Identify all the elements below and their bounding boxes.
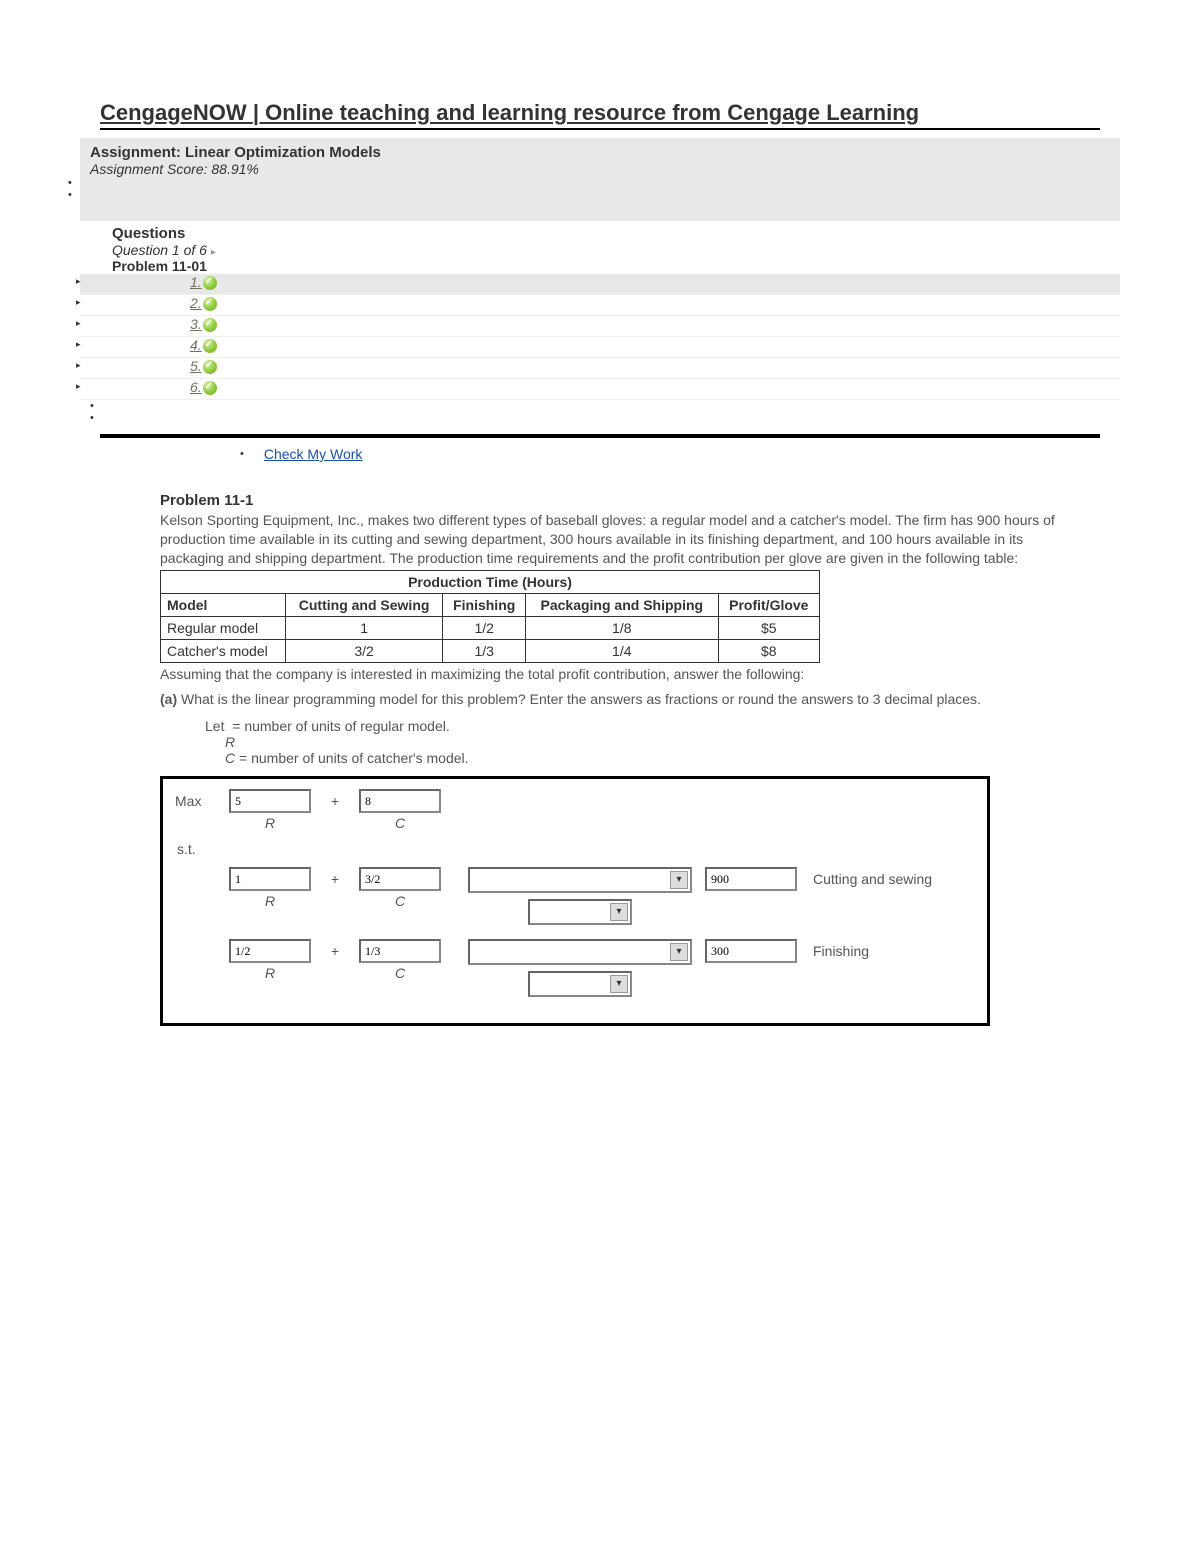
plus-icon: + [325,789,345,809]
score-value: 88.91% [211,161,258,177]
question-link-5[interactable]: 5. [190,358,202,374]
brand-name: CengageNOW [100,100,247,125]
question-nav-item-4[interactable]: 4. [80,337,1120,358]
col-packaging: Packaging and Shipping [525,593,718,616]
subject-to-label: s.t. [177,841,975,857]
check-icon [203,318,217,332]
c2-relation-select[interactable] [468,939,692,965]
plus-icon: + [325,867,345,887]
question-link-2[interactable]: 2. [190,295,202,311]
c2-coef-r-input[interactable] [229,939,311,963]
check-icon [203,297,217,311]
problem-short-label: Problem 11-01 [112,258,1100,274]
question-position: Question 1 of 6 [112,242,207,258]
col-cutting: Cutting and Sewing [285,593,443,616]
production-table: Production Time (Hours) Model Cutting an… [160,570,820,663]
check-icon [203,339,217,353]
question-link-1[interactable]: 1. [190,274,202,290]
plus-icon: + [325,939,345,959]
question-nav-item-6[interactable]: 6. [80,379,1120,400]
part-a-label: (a) [160,691,177,707]
c1-coef-c-input[interactable] [359,867,441,891]
check-my-work-link[interactable]: Check My Work [264,446,363,462]
question-nav-list: 1. 2. 3. 4. 5. 6. [80,274,1120,400]
followup-text: Assuming that the company is interested … [160,665,1100,684]
part-a: (a) What is the linear programming model… [160,690,1100,709]
table-super-header: Production Time (Hours) [161,570,820,593]
var-r: R [225,734,1100,750]
divider [100,434,1100,438]
c1-coef-r-input[interactable] [229,867,311,891]
c1-relation-select[interactable] [468,867,692,893]
assignment-header: Assignment: Linear Optimization Models A… [80,138,1120,221]
bullet-icon: • [240,448,244,460]
max-label: Max [175,789,215,809]
problem-title: Problem 11-1 [160,492,1100,509]
score-label: Assignment Score: [90,161,208,177]
check-icon [203,381,217,395]
chevron-right-icon: ▸ [211,247,216,258]
tagline: Online teaching and learning resource fr… [265,100,919,125]
c1-name: Cutting and sewing [813,867,932,887]
assignment-name: Linear Optimization Models [185,144,381,161]
check-icon [203,276,217,290]
obj-coef-c-input[interactable] [359,789,441,813]
question-link-4[interactable]: 4. [190,337,202,353]
c2-coef-c-input[interactable] [359,939,441,963]
col-profit: Profit/Glove [718,593,819,616]
answer-panel: Max R + C s.t. R + C [160,776,990,1026]
questions-heading: Questions [112,225,1100,242]
question-link-6[interactable]: 6. [190,379,202,395]
c2-relation2-select[interactable] [528,971,632,997]
col-finishing: Finishing [443,593,526,616]
variable-definitions: Let = number of units of regular model. … [205,718,1100,766]
c2-rhs-input[interactable] [705,939,797,963]
c2-name: Finishing [813,939,869,959]
obj-coef-r-input[interactable] [229,789,311,813]
table-row: Regular model 1 1/2 1/8 $5 [161,616,820,639]
table-row: Catcher's model 3/2 1/3 1/4 $8 [161,639,820,662]
col-model: Model [161,593,286,616]
question-link-3[interactable]: 3. [190,316,202,332]
var-c: C [225,750,235,766]
question-nav-item-2[interactable]: 2. [80,295,1120,316]
problem-description: Kelson Sporting Equipment, Inc., makes t… [160,511,1090,568]
assignment-label: Assignment: [90,144,181,161]
question-nav-item-5[interactable]: 5. [80,358,1120,379]
c1-rhs-input[interactable] [705,867,797,891]
question-nav-item-3[interactable]: 3. [80,316,1120,337]
c1-relation2-select[interactable] [528,899,632,925]
check-icon [203,360,217,374]
page-title: CengageNOW | Online teaching and learnin… [100,100,1100,130]
part-a-text: What is the linear programming model for… [181,691,981,707]
question-nav-item-1[interactable]: 1. [80,274,1120,295]
